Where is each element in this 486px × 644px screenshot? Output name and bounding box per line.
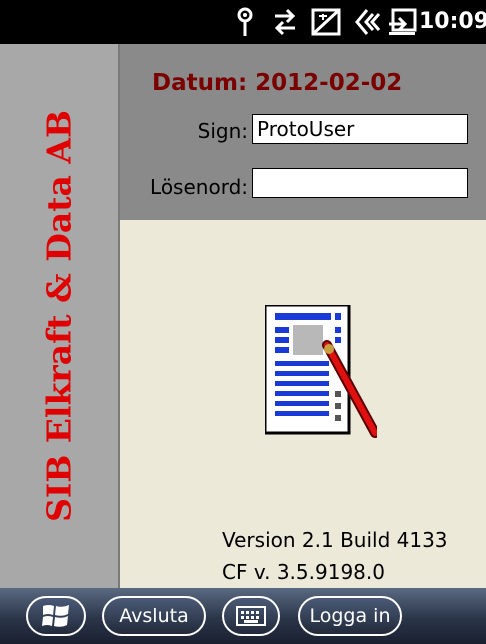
keyboard-button[interactable]	[222, 596, 280, 636]
version-label: Version 2.1 Build 4133	[222, 528, 448, 552]
sign-label: Sign:	[197, 119, 248, 143]
clock[interactable]: 10:09	[419, 9, 486, 34]
start-button[interactable]	[26, 596, 86, 636]
sign-input[interactable]	[252, 114, 468, 144]
taskbar: Avsluta Logga in	[0, 588, 486, 644]
data-transfer-icon[interactable]	[271, 6, 299, 38]
date-label: Datum: 2012-02-02	[152, 70, 403, 96]
cf-version-label: CF v. 3.5.9198.0	[222, 560, 385, 584]
antenna-icon[interactable]	[235, 6, 255, 38]
no-signal-icon[interactable]	[311, 6, 341, 38]
windows-start-icon	[42, 605, 69, 627]
login-button[interactable]: Logga in	[298, 596, 402, 636]
battery-icon[interactable]	[387, 6, 417, 38]
password-label: Lösenord:	[150, 175, 248, 199]
status-bar: 10:09	[0, 0, 486, 44]
exit-button[interactable]: Avsluta	[102, 596, 206, 636]
company-sidebar: SIB Elkraft & Data AB	[0, 44, 120, 588]
company-name: SIB Elkraft & Data AB	[39, 110, 79, 522]
document-pen-icon	[265, 305, 377, 438]
keyboard-icon	[236, 606, 266, 626]
password-input[interactable]	[252, 168, 468, 198]
speaker-icon[interactable]	[353, 6, 383, 38]
